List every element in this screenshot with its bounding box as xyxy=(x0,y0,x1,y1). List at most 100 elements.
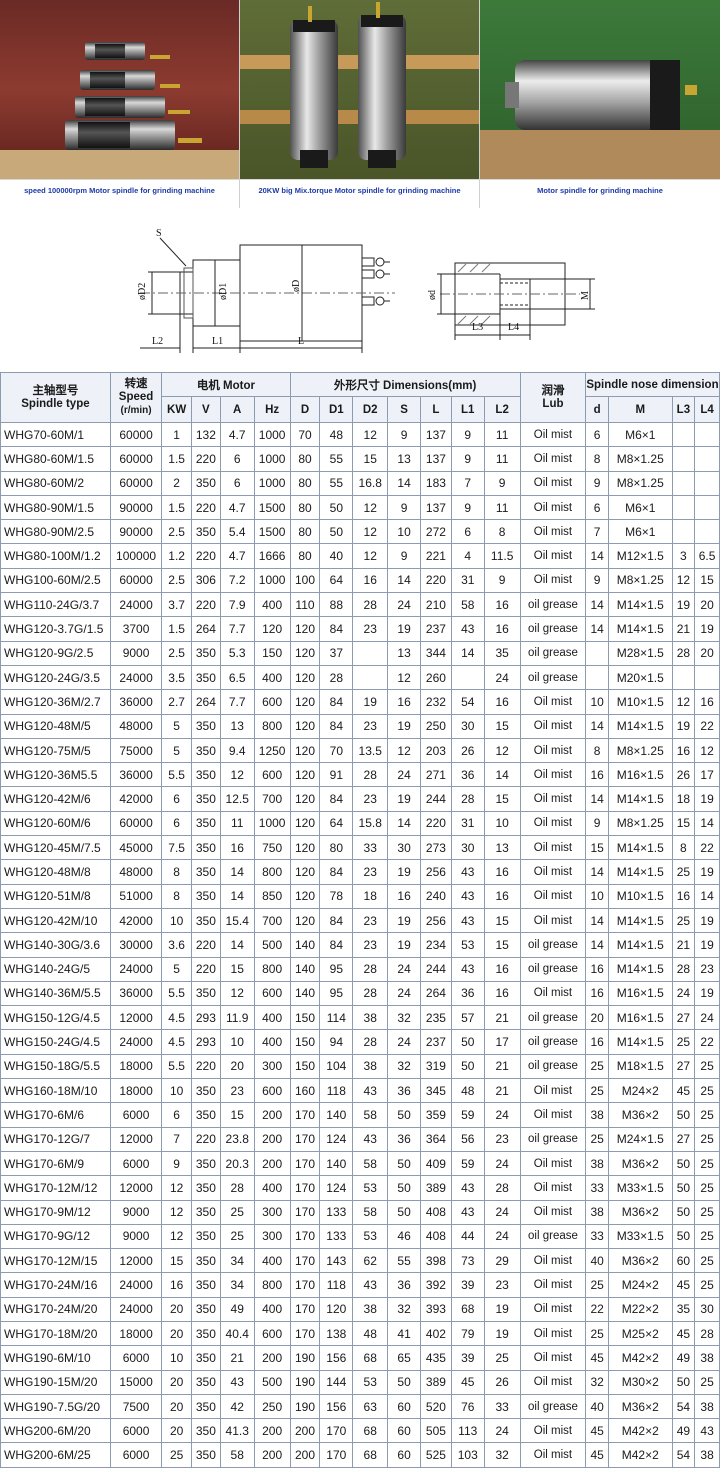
cell-dia-d2: 23 xyxy=(352,859,389,885)
cell-nose-m: M22×2 xyxy=(607,1296,673,1322)
cell-dia-d2: 43 xyxy=(352,1272,389,1298)
cell-nose-m: M6×1 xyxy=(607,421,673,448)
cell-volt: 264 xyxy=(191,616,221,642)
cell-volt: 350 xyxy=(191,762,221,788)
cell-len-l1: 54 xyxy=(450,689,485,715)
cell-len-l1: 50 xyxy=(450,1029,485,1055)
cell-kw: 20 xyxy=(161,1418,193,1444)
cell-len-l2: 24 xyxy=(483,1150,521,1177)
col-m: M xyxy=(607,396,673,423)
table-row: WHG170-24M/16 24000 16 350 34 800 170 118 43 36 39… xyxy=(0,1272,720,1298)
photo-caption-1: speed 100000rpm Motor spindle for grindi… xyxy=(0,179,239,208)
cell-amp: 15.4 xyxy=(219,907,255,934)
cell-dia-d: 80 xyxy=(289,446,321,472)
cell-len-l2: 9 xyxy=(483,470,521,496)
cell-type: WHG120-60M/6 xyxy=(0,810,111,837)
cell-speed: 90000 xyxy=(109,494,163,521)
cell-nose-l4: 12 xyxy=(694,737,720,764)
cell-amp: 12 xyxy=(219,980,255,1007)
cell-len-l2: 12 xyxy=(483,737,521,764)
cell-volt: 220 xyxy=(191,494,221,521)
cell-len-l2: 9 xyxy=(483,567,521,594)
label-l1: L1 xyxy=(212,336,223,347)
cell-len-l1: 76 xyxy=(450,1393,485,1420)
cell-nose-l4 xyxy=(694,421,720,448)
cell-lub: Oil mist xyxy=(519,980,587,1007)
cell-len-l1: 45 xyxy=(450,1369,485,1395)
header-nose: Spindle nose dimensions xyxy=(585,372,720,397)
cell-amp: 21 xyxy=(219,1345,255,1371)
cell-volt: 350 xyxy=(191,1369,221,1395)
cell-nose-l4 xyxy=(694,446,720,472)
cell-nose-l4: 23 xyxy=(694,956,720,982)
cell-speed: 9000 xyxy=(109,1199,163,1225)
cell-dia-d2: 43 xyxy=(352,1078,389,1104)
table-row: WHG160-18M/10 18000 10 350 23 600 160 118 43 36 34… xyxy=(0,1078,720,1104)
cell-dia-d2: 58 xyxy=(352,1102,389,1128)
cell-type: WHG200-6M/25 xyxy=(0,1442,111,1468)
table-row: WHG80-60M/1.5 60000 1.5 220 6 1000 80 55 15 13 137… xyxy=(0,446,720,472)
cell-nose-l3: 60 xyxy=(671,1248,696,1274)
cell-dia-d2: 38 xyxy=(352,1296,389,1322)
cell-volt: 306 xyxy=(191,567,221,594)
cell-dia-d1: 37 xyxy=(319,640,354,666)
cell-dia-d2: 15 xyxy=(352,446,389,472)
cell-nose-l3: 50 xyxy=(671,1150,696,1177)
cell-s: 50 xyxy=(387,1175,422,1201)
cell-volt: 350 xyxy=(191,883,221,909)
cell-dia-d: 170 xyxy=(289,1150,321,1177)
cell-len-l1: 14 xyxy=(450,640,485,666)
cell-hz: 600 xyxy=(253,1320,291,1347)
cell-len-l2: 15 xyxy=(483,907,521,934)
cell-volt: 350 xyxy=(191,1393,221,1420)
cell-hz: 200 xyxy=(253,1345,291,1371)
table-row: WHG170-12M/12 12000 12 350 28 400 170 124 53 50 38… xyxy=(0,1175,720,1201)
cell-s: 65 xyxy=(387,1345,422,1371)
cell-len-l: 389 xyxy=(420,1369,452,1395)
header-lub-cn: 润滑 xyxy=(541,384,565,397)
cell-type: WHG170-18M/20 xyxy=(0,1320,111,1347)
cell-len-l: 235 xyxy=(420,1005,452,1031)
cell-dia-d: 110 xyxy=(289,592,321,618)
cell-dia-d2: 58 xyxy=(352,1199,389,1225)
cell-type: WHG200-6M/20 xyxy=(0,1418,111,1444)
cell-len-l1: 9 xyxy=(450,446,485,472)
cell-nose-l4: 14 xyxy=(694,810,720,837)
cell-kw: 16 xyxy=(161,1272,193,1298)
cell-len-l: 364 xyxy=(420,1126,452,1152)
cell-type: WHG140-36M/5.5 xyxy=(0,980,111,1007)
cell-speed: 24000 xyxy=(109,1029,163,1055)
cell-nose-m: M6×1 xyxy=(607,519,673,545)
cell-dia-d1: 138 xyxy=(319,1320,354,1347)
cell-kw: 2.5 xyxy=(161,567,193,594)
cell-len-l1: 113 xyxy=(450,1418,485,1444)
cell-hz: 1250 xyxy=(253,737,291,764)
cell-type: WHG80-60M/2 xyxy=(0,470,111,496)
cell-hz: 200 xyxy=(253,1418,291,1444)
cell-len-l1: 43 xyxy=(450,616,485,642)
cell-dia-d2: 43 xyxy=(352,1126,389,1152)
cell-nose-l4: 19 xyxy=(694,932,720,958)
table-row: WHG140-36M/5.5 36000 5.5 350 12 600 140 95 28 24 2… xyxy=(0,980,720,1007)
cell-nose-m: M14×1.5 xyxy=(607,859,673,885)
cell-len-l2: 35 xyxy=(483,640,521,666)
cell-len-l1: 39 xyxy=(450,1272,485,1298)
cell-dia-d2: 33 xyxy=(352,835,389,861)
cell-amp: 20 xyxy=(219,1053,255,1080)
cell-hz: 400 xyxy=(253,664,291,691)
cell-dia-d1: 143 xyxy=(319,1248,354,1274)
cell-nose-l3: 45 xyxy=(671,1272,696,1298)
photo-card-2: 20KW big Mix.torque Motor spindle for gr… xyxy=(240,0,480,208)
cell-volt: 350 xyxy=(191,1296,221,1322)
table-row: WHG120-48M/8 48000 8 350 14 800 120 84 23 19 256 43… xyxy=(0,859,720,885)
cell-speed: 90000 xyxy=(109,519,163,545)
cell-amp: 15 xyxy=(219,1102,255,1128)
cell-kw: 5.5 xyxy=(161,762,193,788)
cell-len-l: 398 xyxy=(420,1248,452,1274)
cell-len-l1: 43 xyxy=(450,956,485,982)
cell-amp: 23.8 xyxy=(219,1126,255,1152)
cell-len-l1: 43 xyxy=(450,1175,485,1201)
cell-dia-d2: 19 xyxy=(352,689,389,715)
cell-kw: 20 xyxy=(161,1320,193,1347)
cell-lub: oil grease xyxy=(519,1223,587,1250)
